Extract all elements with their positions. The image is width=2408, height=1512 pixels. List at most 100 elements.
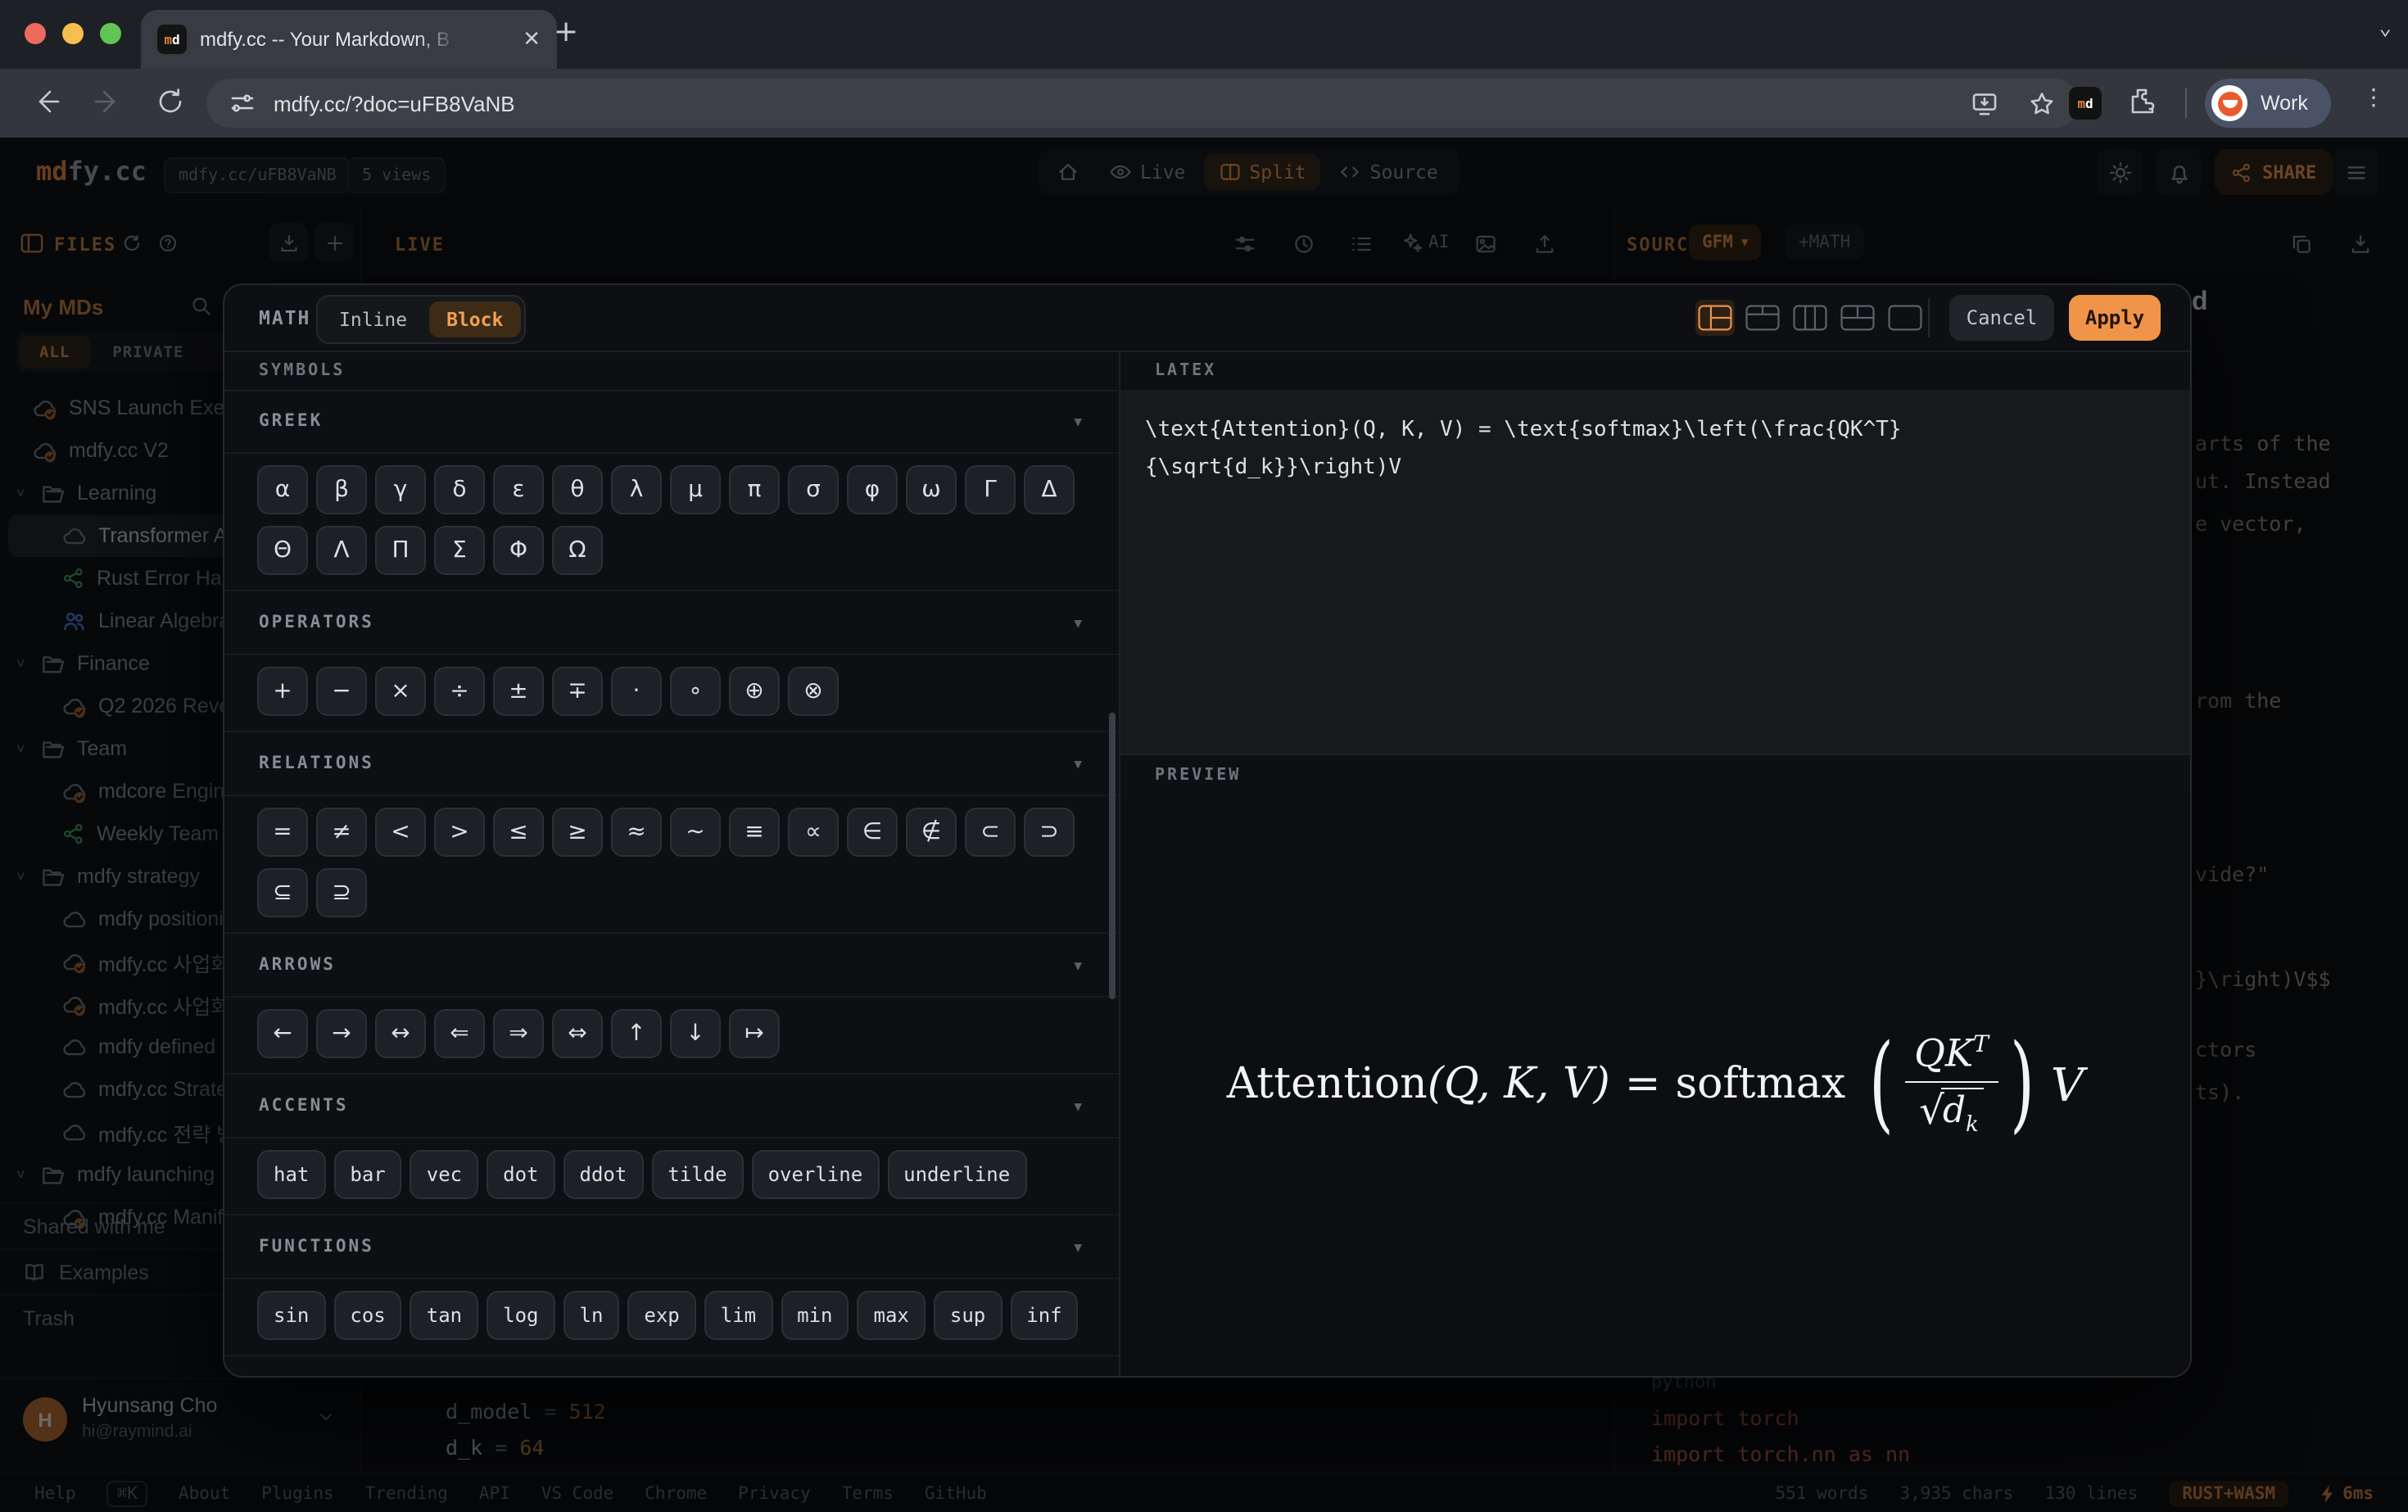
- math-mode-tab-block[interactable]: Block: [428, 301, 521, 337]
- symbol-button[interactable]: vec: [410, 1150, 478, 1199]
- section-collapse-icon[interactable]: ▼: [1074, 756, 1084, 771]
- section-header[interactable]: FUNCTIONS▼: [224, 1214, 1119, 1279]
- section-header[interactable]: GREEK▼: [224, 390, 1119, 454]
- symbol-button[interactable]: ∘: [670, 667, 721, 716]
- section-collapse-icon[interactable]: ▼: [1074, 615, 1084, 630]
- symbol-button[interactable]: Λ: [316, 526, 367, 575]
- symbol-button[interactable]: ⇒: [493, 1009, 544, 1058]
- symbol-button[interactable]: ≠: [316, 808, 367, 857]
- symbol-button[interactable]: ⊃: [1024, 808, 1075, 857]
- minimize-window-button[interactable]: [62, 23, 84, 44]
- section-collapse-icon[interactable]: ▼: [1074, 1098, 1084, 1113]
- symbol-button[interactable]: ↓: [670, 1009, 721, 1058]
- section-header[interactable]: ARROWS▼: [224, 932, 1119, 998]
- extensions-puzzle-icon[interactable]: [2126, 85, 2157, 116]
- symbol-button[interactable]: −: [316, 667, 367, 716]
- layout-grid-icon[interactable]: [1838, 300, 1877, 336]
- symbol-button[interactable]: tilde: [651, 1150, 743, 1199]
- tab-close-icon[interactable]: ✕: [523, 27, 541, 52]
- symbol-button[interactable]: ÷: [434, 667, 485, 716]
- symbol-button[interactable]: ←: [257, 1009, 308, 1058]
- address-bar[interactable]: mdfy.cc/?doc=uFB8VaNB: [206, 79, 2079, 128]
- section-header[interactable]: RELATIONS▼: [224, 731, 1119, 796]
- symbol-button[interactable]: tan: [410, 1291, 478, 1340]
- symbol-button[interactable]: ∼: [670, 808, 721, 857]
- symbol-button[interactable]: α: [257, 465, 308, 514]
- symbol-button[interactable]: θ: [552, 465, 603, 514]
- symbol-button[interactable]: Ω: [552, 526, 603, 575]
- section-collapse-icon[interactable]: ▼: [1074, 414, 1084, 428]
- cancel-button[interactable]: Cancel: [1949, 295, 2054, 341]
- symbol-button[interactable]: λ: [611, 465, 662, 514]
- symbol-button[interactable]: γ: [375, 465, 426, 514]
- symbol-button[interactable]: ⊆: [257, 868, 308, 917]
- symbol-button[interactable]: →: [316, 1009, 367, 1058]
- new-tab-button[interactable]: +: [554, 15, 578, 49]
- browser-menu-icon[interactable]: ⋮: [2362, 85, 2385, 111]
- symbol-button[interactable]: β: [316, 465, 367, 514]
- symbol-button[interactable]: π: [729, 465, 780, 514]
- symbol-button[interactable]: Γ: [965, 465, 1016, 514]
- layout-topbar-icon[interactable]: [1743, 300, 1782, 336]
- browser-tab[interactable]: md mdfy.cc -- Your Markdown, B ✕: [141, 10, 557, 69]
- symbol-button[interactable]: =: [257, 808, 308, 857]
- mdfy-extension-icon[interactable]: md: [2069, 87, 2102, 120]
- math-mode-tab-inline[interactable]: Inline: [321, 301, 425, 337]
- symbol-button[interactable]: ⊇: [316, 868, 367, 917]
- symbol-button[interactable]: hat: [257, 1150, 325, 1199]
- symbol-button[interactable]: ddot: [564, 1150, 644, 1199]
- section-header[interactable]: OPERATORS▼: [224, 590, 1119, 655]
- section-collapse-icon[interactable]: ▼: [1074, 1239, 1084, 1254]
- symbol-button[interactable]: sup: [934, 1291, 1002, 1340]
- symbol-button[interactable]: ⊕: [729, 667, 780, 716]
- symbol-button[interactable]: Π: [375, 526, 426, 575]
- layout-columns-icon[interactable]: [1790, 300, 1830, 336]
- forward-icon[interactable]: [92, 85, 124, 118]
- section-header[interactable]: STRUCTURES▼: [224, 1355, 1119, 1376]
- symbol-button[interactable]: max: [858, 1291, 926, 1340]
- symbol-button[interactable]: ±: [493, 667, 544, 716]
- symbol-button[interactable]: bar: [333, 1150, 401, 1199]
- layout-single-icon[interactable]: [1885, 300, 1925, 336]
- symbol-button[interactable]: φ: [847, 465, 898, 514]
- symbol-button[interactable]: ∓: [552, 667, 603, 716]
- symbol-button[interactable]: Δ: [1024, 465, 1075, 514]
- symbol-button[interactable]: ln: [564, 1291, 620, 1340]
- symbol-button[interactable]: Θ: [257, 526, 308, 575]
- section-header[interactable]: ACCENTS▼: [224, 1073, 1119, 1139]
- symbol-button[interactable]: ⋅: [611, 667, 662, 716]
- install-app-icon[interactable]: [1971, 89, 1998, 117]
- reload-icon[interactable]: [154, 85, 187, 118]
- symbol-button[interactable]: +: [257, 667, 308, 716]
- symbol-button[interactable]: ∝: [788, 808, 839, 857]
- symbol-button[interactable]: Σ: [434, 526, 485, 575]
- symbol-button[interactable]: log: [487, 1291, 554, 1340]
- profile-chip[interactable]: Work: [2205, 79, 2331, 128]
- symbol-button[interactable]: μ: [670, 465, 721, 514]
- symbols-scrollbar[interactable]: [1109, 713, 1116, 999]
- symbol-button[interactable]: dot: [487, 1150, 554, 1199]
- symbol-button[interactable]: lim: [704, 1291, 772, 1340]
- symbol-button[interactable]: ↦: [729, 1009, 780, 1058]
- symbol-button[interactable]: ≡: [729, 808, 780, 857]
- symbol-button[interactable]: sin: [257, 1291, 325, 1340]
- site-info-icon[interactable]: [229, 90, 256, 116]
- back-icon[interactable]: [29, 85, 62, 118]
- tab-search-icon[interactable]: ⌄: [2379, 16, 2392, 41]
- symbol-button[interactable]: ⇔: [552, 1009, 603, 1058]
- symbol-button[interactable]: ↔: [375, 1009, 426, 1058]
- symbol-button[interactable]: exp: [627, 1291, 695, 1340]
- close-window-button[interactable]: [25, 23, 46, 44]
- symbol-button[interactable]: δ: [434, 465, 485, 514]
- symbol-button[interactable]: underline: [887, 1150, 1026, 1199]
- symbol-button[interactable]: ≥: [552, 808, 603, 857]
- symbol-button[interactable]: >: [434, 808, 485, 857]
- symbol-button[interactable]: ≈: [611, 808, 662, 857]
- symbol-button[interactable]: σ: [788, 465, 839, 514]
- symbol-button[interactable]: ∈: [847, 808, 898, 857]
- symbol-button[interactable]: <: [375, 808, 426, 857]
- symbol-button[interactable]: ⇐: [434, 1009, 485, 1058]
- apply-button[interactable]: Apply: [2069, 295, 2161, 341]
- symbol-button[interactable]: ∉: [906, 808, 957, 857]
- symbol-button[interactable]: ≤: [493, 808, 544, 857]
